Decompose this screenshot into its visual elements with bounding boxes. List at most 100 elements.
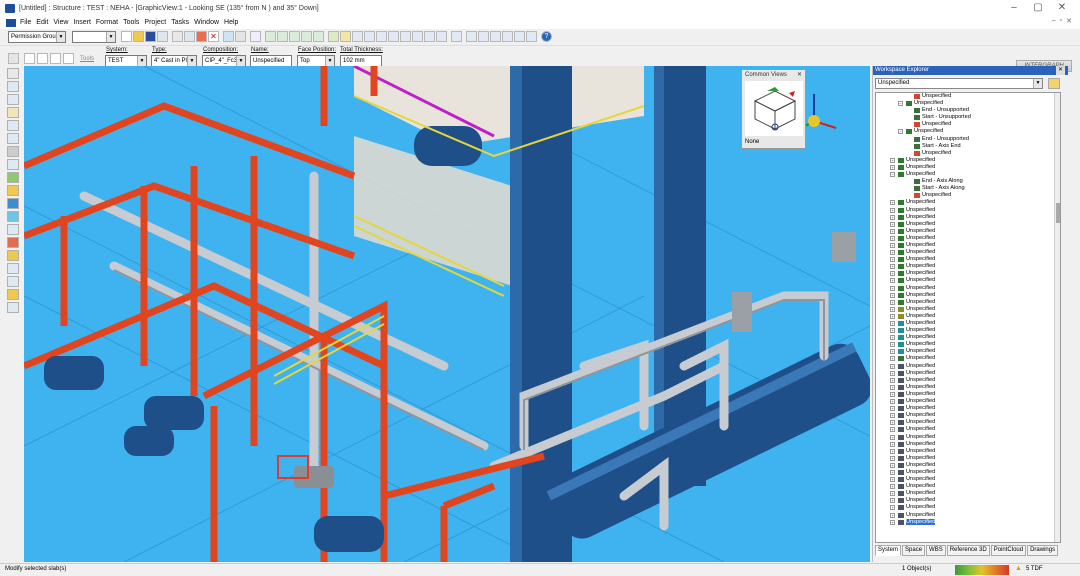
undo-icon[interactable] (250, 31, 261, 42)
place-ladder-icon[interactable] (7, 224, 19, 235)
expand-icon[interactable]: + (890, 448, 895, 454)
tree-scrollbar[interactable] (1054, 93, 1060, 542)
collapse-icon[interactable]: − (898, 101, 903, 107)
tree-row[interactable]: + Unspecified (876, 462, 1060, 469)
layers-icon[interactable] (376, 31, 387, 42)
report-icon[interactable] (490, 31, 501, 42)
expand-icon[interactable]: + (890, 271, 895, 277)
tree-row[interactable]: + Unspecified (876, 448, 1060, 455)
shading-icon[interactable] (412, 31, 423, 42)
expand-icon[interactable]: + (890, 377, 895, 383)
expand-icon[interactable]: + (890, 406, 895, 412)
maximize-button[interactable]: ▢ (1026, 0, 1050, 16)
tree-row[interactable]: Unspecified (876, 150, 1060, 157)
tree-row[interactable]: + Unspecified (876, 270, 1060, 277)
place-opening-icon[interactable] (7, 198, 19, 209)
menu-view[interactable]: View (53, 19, 73, 26)
minimize-button[interactable]: – (1002, 0, 1026, 16)
menu-tools[interactable]: Tools (123, 19, 144, 26)
copy-icon[interactable] (184, 31, 195, 42)
expand-icon[interactable]: + (890, 434, 895, 440)
search-icon[interactable] (466, 31, 477, 42)
tree-row[interactable]: Start - Axis End (876, 143, 1060, 150)
tab-system[interactable]: System (875, 545, 902, 556)
view-cube[interactable] (745, 81, 803, 136)
tools-label[interactable]: Tools (80, 56, 94, 62)
tree-row[interactable]: + Unspecified (876, 412, 1060, 419)
new-icon[interactable] (121, 31, 132, 42)
tree-row[interactable]: + Unspecified (876, 483, 1060, 490)
expand-icon[interactable]: + (890, 264, 895, 270)
tree-row[interactable]: + Unspecified (876, 476, 1060, 483)
tree-row[interactable]: + Unspecified (876, 207, 1060, 214)
place-coping-icon[interactable] (7, 289, 19, 300)
close-button[interactable]: ✕ (1050, 0, 1074, 16)
tree-row[interactable]: + Unspecified (876, 434, 1060, 441)
tree-row[interactable]: + Unspecified (876, 214, 1060, 221)
menu-window[interactable]: Window (194, 19, 224, 26)
tree-row[interactable]: + Unspecified (876, 497, 1060, 504)
expand-icon[interactable]: + (890, 512, 895, 518)
menu-help[interactable]: Help (224, 19, 243, 26)
place-equipment-foundation-icon[interactable] (7, 185, 19, 196)
delete-icon[interactable]: ✕ (208, 31, 219, 42)
scrollbar-thumb[interactable] (1056, 203, 1060, 223)
filter-icon[interactable] (364, 31, 375, 42)
expand-icon[interactable]: + (890, 342, 895, 348)
document-icon[interactable] (6, 18, 16, 27)
menu-edit[interactable]: Edit (36, 19, 53, 26)
tree-row[interactable]: + Unspecified (876, 398, 1060, 405)
tree-row[interactable]: + Unspecified (876, 164, 1060, 171)
wireframe-icon[interactable] (424, 31, 435, 42)
ribbon-select-icon[interactable] (8, 53, 19, 64)
help-icon[interactable]: ? (541, 31, 552, 42)
render-icon[interactable] (400, 31, 411, 42)
close-icon[interactable]: ✕ (1055, 66, 1065, 75)
expand-icon[interactable]: + (890, 356, 895, 362)
tree-row[interactable]: Start - Axis Along (876, 185, 1060, 192)
expand-icon[interactable]: + (890, 391, 895, 397)
view-zoom-icon[interactable] (265, 31, 276, 42)
open-icon[interactable] (133, 31, 144, 42)
tree-row[interactable]: + Unspecified (876, 157, 1060, 164)
expand-icon[interactable]: + (890, 477, 895, 483)
menu-tasks[interactable]: Tasks (171, 19, 194, 26)
grid-icon[interactable] (388, 31, 399, 42)
permission-group-combo[interactable]: Permission Group ▼ (8, 31, 66, 43)
tree-row[interactable]: + Unspecified (876, 263, 1060, 270)
expand-icon[interactable]: + (890, 335, 895, 341)
tree-row[interactable]: + Unspecified (876, 391, 1060, 398)
expand-icon[interactable]: + (890, 221, 895, 227)
print-icon[interactable] (157, 31, 168, 42)
place-brace-icon[interactable] (7, 120, 19, 131)
edit-slab-icon[interactable] (63, 53, 74, 64)
tab-wbs[interactable]: WBS (926, 545, 946, 556)
filter-lock-icon[interactable] (1048, 78, 1060, 89)
expand-icon[interactable]: + (890, 462, 895, 468)
expand-icon[interactable]: + (890, 299, 895, 305)
expand-icon[interactable]: + (890, 491, 895, 497)
tree-row[interactable]: Unspecified (876, 93, 1060, 100)
expand-icon[interactable]: + (890, 250, 895, 256)
expand-icon[interactable]: + (890, 292, 895, 298)
tree-row[interactable]: + Unspecified (876, 469, 1060, 476)
tree-row[interactable]: + Unspecified (876, 199, 1060, 206)
tree-row[interactable]: + Unspecified (876, 285, 1060, 292)
warning-icon[interactable]: ▲ (1015, 565, 1022, 572)
workspace-icon[interactable] (526, 31, 537, 42)
tree-row[interactable]: + Unspecified (876, 441, 1060, 448)
tree-row[interactable]: Start - Unsupported (876, 114, 1060, 121)
tree-row[interactable]: + Unspecified (876, 512, 1060, 519)
tree-row[interactable]: Unspecified (876, 192, 1060, 199)
expand-icon[interactable]: + (890, 313, 895, 319)
expand-icon[interactable]: + (890, 455, 895, 461)
view-fit-icon[interactable] (301, 31, 312, 42)
explorer-filter-combo[interactable]: Unspecified ▼ (875, 78, 1043, 89)
paste-icon[interactable] (196, 31, 207, 42)
menu-format[interactable]: Format (96, 19, 123, 26)
tree-row[interactable]: + Unspecified (876, 327, 1060, 334)
menu-insert[interactable]: Insert (73, 19, 96, 26)
place-wall-icon[interactable] (7, 159, 19, 170)
tree-row[interactable]: + Unspecified (876, 256, 1060, 263)
to-do-list-count[interactable]: 5 TDF (1026, 566, 1043, 572)
